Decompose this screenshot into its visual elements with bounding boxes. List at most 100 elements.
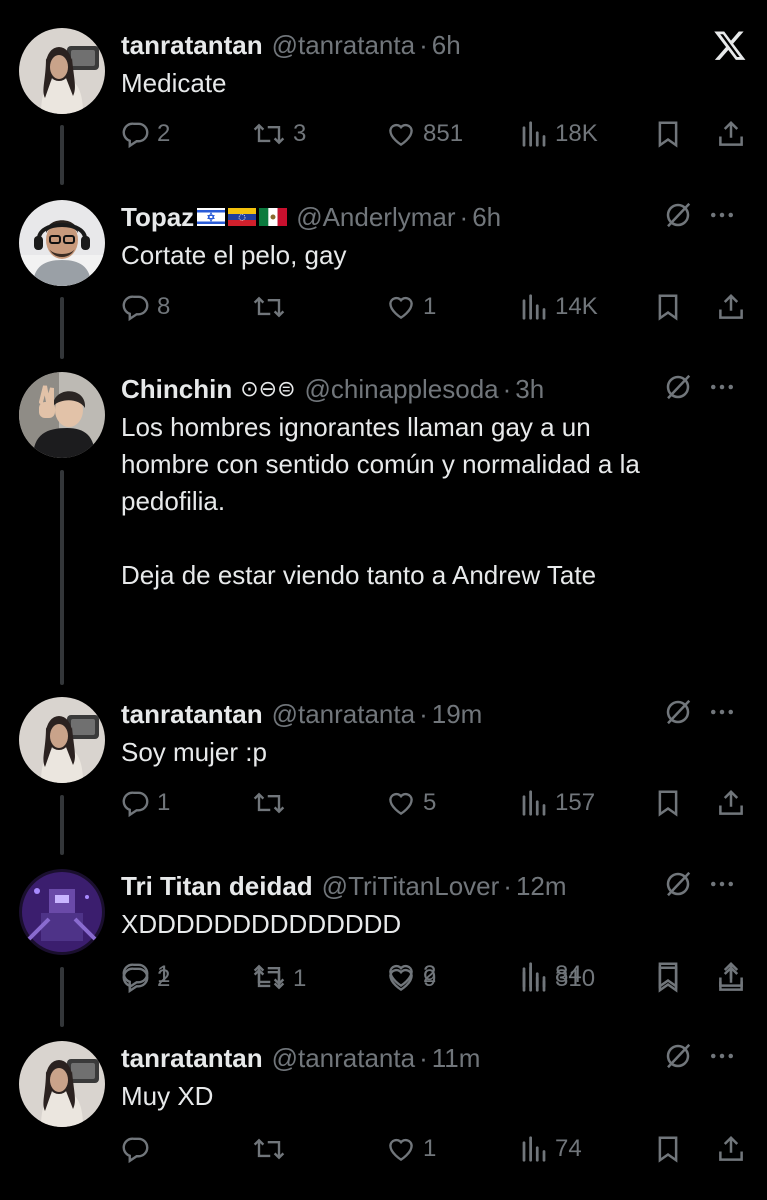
timestamp[interactable]: 6h	[432, 30, 461, 61]
more-options-icon[interactable]	[707, 1041, 737, 1076]
share-icon	[716, 788, 746, 818]
avatar[interactable]	[19, 372, 105, 458]
grok-icon[interactable]	[663, 200, 693, 235]
views-button[interactable]: 14K	[519, 287, 598, 327]
more-options-icon[interactable]	[707, 372, 737, 407]
repost-button[interactable]	[251, 287, 293, 327]
view-count: 84	[555, 961, 582, 988]
more-options-icon[interactable]	[707, 200, 737, 235]
repost-button[interactable]	[251, 1129, 293, 1169]
more-options-icon[interactable]	[707, 697, 737, 732]
share-button[interactable]	[716, 287, 746, 327]
user-handle[interactable]: @TriTitanLover	[322, 871, 500, 902]
share-button[interactable]	[716, 114, 746, 154]
reply-count: 2	[157, 120, 171, 147]
like-count: 2	[423, 961, 437, 988]
reply-count: 1	[157, 961, 171, 988]
more-options-icon[interactable]	[707, 869, 737, 904]
display-name[interactable]: tanratantan	[121, 1043, 263, 1074]
mexico-flag	[259, 208, 288, 226]
display-name[interactable]: Chinchin	[121, 374, 232, 405]
share-icon	[716, 1134, 746, 1164]
user-handle[interactable]: @chinapplesoda	[305, 374, 499, 405]
repost-icon	[251, 788, 287, 818]
avatar[interactable]	[19, 200, 105, 286]
reply-button[interactable]	[121, 1129, 157, 1169]
like-button[interactable]: 851	[385, 114, 463, 154]
views-button[interactable]: 74	[519, 1129, 582, 1169]
grok-icon[interactable]	[663, 869, 693, 904]
like-count: 1	[423, 293, 437, 320]
timestamp[interactable]: 3h	[515, 374, 544, 405]
like-button[interactable]: 1	[385, 1129, 436, 1169]
like-button[interactable]: 2	[385, 955, 436, 995]
views-button[interactable]: 18K	[519, 114, 598, 154]
display-name[interactable]: tanratantan	[121, 699, 263, 730]
tweet-header: Topaz @Anderlymar · 6h	[121, 200, 501, 234]
tweet-text: XDDDDDDDDDDDDDD	[121, 909, 402, 939]
grok-icon[interactable]	[663, 697, 693, 732]
like-count: 5	[423, 789, 437, 816]
timestamp[interactable]: 11m	[432, 1043, 481, 1074]
display-name[interactable]: Topaz	[121, 202, 194, 233]
bookmark-button[interactable]	[653, 287, 683, 327]
user-handle[interactable]: @Anderlymar	[296, 202, 455, 233]
heart-icon	[385, 960, 417, 990]
bookmark-button[interactable]	[653, 783, 683, 823]
bookmark-icon	[653, 788, 683, 818]
timestamp[interactable]: 19m	[432, 699, 483, 730]
tweet-actions: 2 3 851 18K	[121, 114, 751, 154]
share-icon	[716, 960, 746, 990]
repost-icon	[251, 292, 287, 322]
avatar[interactable]	[19, 28, 105, 114]
repost-button[interactable]	[251, 955, 293, 995]
avatar[interactable]	[19, 1041, 105, 1127]
reply-button[interactable]: 1	[121, 955, 170, 995]
heart-icon	[385, 292, 417, 322]
x-logo-icon[interactable]	[713, 28, 747, 62]
views-button[interactable]: 157	[519, 783, 595, 823]
repost-icon	[251, 119, 287, 149]
heart-icon	[385, 788, 417, 818]
like-button[interactable]: 1	[385, 287, 436, 327]
tweet-header: tanratantan @tanratanta · 19m	[121, 697, 482, 731]
timestamp[interactable]: 12m	[516, 871, 567, 902]
repost-count: 3	[293, 120, 307, 147]
avatar[interactable]	[19, 697, 105, 783]
reply-icon	[121, 960, 151, 990]
bookmark-button[interactable]	[653, 955, 683, 995]
reply-button[interactable]: 8	[121, 287, 170, 327]
display-name[interactable]: tanratantan	[121, 30, 263, 61]
share-button[interactable]	[716, 1129, 746, 1169]
tweet-actions: 1 2 84	[121, 955, 751, 995]
bookmark-icon	[653, 292, 683, 322]
reply-button[interactable]: 1	[121, 783, 170, 823]
timestamp[interactable]: 6h	[472, 202, 501, 233]
tweet-header: tanratantan @tanratanta · 6h	[121, 28, 461, 62]
tweet-text: Los hombres ignorantes llaman gay a un h…	[121, 412, 640, 590]
reply-button[interactable]: 2	[121, 114, 170, 154]
repost-button[interactable]: 3	[251, 114, 306, 154]
views-button[interactable]: 84	[519, 955, 582, 995]
like-count: 1	[423, 1135, 437, 1162]
profile-badges: ⊙⊖⊜	[240, 376, 296, 401]
bookmark-icon	[653, 119, 683, 149]
tweet-text: Muy XD	[121, 1081, 214, 1111]
separator-dot: ·	[502, 373, 512, 404]
share-button[interactable]	[716, 955, 746, 995]
grok-icon[interactable]	[663, 372, 693, 407]
avatar[interactable]	[19, 869, 105, 955]
user-handle[interactable]: @tanratanta	[272, 699, 415, 730]
views-icon	[519, 119, 549, 149]
separator-dot: ·	[419, 698, 428, 729]
bookmark-button[interactable]	[653, 114, 683, 154]
display-name[interactable]: Tri Titan deidad	[121, 871, 313, 902]
user-handle[interactable]: @tanratanta	[272, 1043, 415, 1074]
user-handle[interactable]: @tanratanta	[272, 30, 415, 61]
grok-icon[interactable]	[663, 1041, 693, 1076]
share-button[interactable]	[716, 783, 746, 823]
bookmark-button[interactable]	[653, 1129, 683, 1169]
repost-button[interactable]	[251, 783, 293, 823]
repost-icon	[251, 960, 287, 990]
like-button[interactable]: 5	[385, 783, 436, 823]
